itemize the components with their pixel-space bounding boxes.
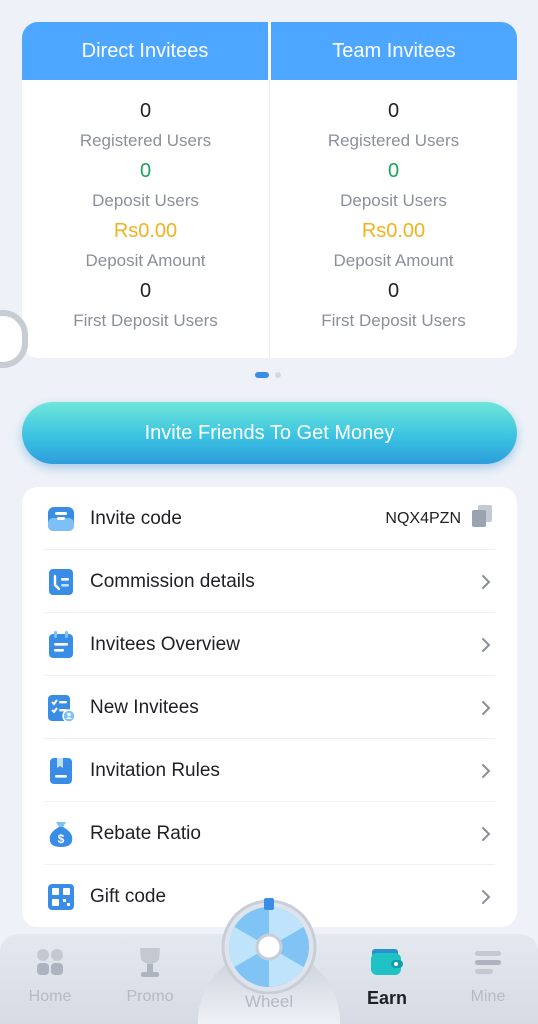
- wallet-icon: [367, 942, 407, 982]
- tab-direct-invitees[interactable]: Direct Invitees: [22, 22, 271, 80]
- rules-book-icon: [46, 756, 76, 786]
- team-first-deposit-label: First Deposit Users: [321, 311, 466, 330]
- menu-item-label: Invitation Rules: [90, 759, 220, 781]
- pager-dot-active[interactable]: [255, 372, 269, 378]
- direct-registered-label: Registered Users: [79, 131, 212, 150]
- direct-deposit-users-label: Deposit Users: [92, 191, 199, 210]
- menu-item-commission-details[interactable]: Commission details: [22, 550, 517, 613]
- direct-invitees-column: 0 Registered Users 0 Deposit Users Rs0.0…: [22, 80, 270, 358]
- direct-deposit-amount-label: Deposit Amount: [85, 251, 206, 270]
- tab-team-invitees[interactable]: Team Invitees: [271, 22, 517, 80]
- home-icon: [30, 942, 70, 982]
- menu-item-invitation-rules[interactable]: Invitation Rules: [22, 739, 517, 802]
- invite-friends-button[interactable]: Invite Friends To Get Money: [22, 402, 517, 464]
- nav-earn-label: Earn: [366, 988, 408, 1008]
- carousel-pager: [255, 372, 281, 378]
- menu-item-label: Commission details: [90, 570, 255, 592]
- nav-wheel-label: Wheel: [244, 992, 294, 1011]
- chevron-right-icon: [479, 574, 493, 589]
- chevron-right-icon: [479, 637, 493, 652]
- team-registered-value: 0: [387, 100, 400, 122]
- chevron-right-icon: [479, 700, 493, 715]
- direct-first-deposit-label: First Deposit Users: [73, 311, 218, 330]
- nav-mine-label: Mine: [470, 988, 506, 1005]
- team-registered-label: Registered Users: [327, 131, 460, 150]
- profile-menu-icon: [468, 942, 508, 982]
- invite-menu: Invite code NQX4PZN Commission details I…: [22, 487, 517, 927]
- nav-mine[interactable]: Mine: [443, 942, 533, 1022]
- chevron-right-icon: [479, 763, 493, 778]
- menu-item-label: Invite code: [90, 507, 182, 529]
- menu-item-label: New Invitees: [90, 696, 199, 718]
- stats-header: Direct Invitees Team Invitees: [22, 22, 517, 80]
- menu-item-rebate-ratio[interactable]: $ Rebate Ratio: [22, 802, 517, 865]
- team-deposit-users-label: Deposit Users: [340, 191, 447, 210]
- bottom-nav: Home Promo Wheel Earn Mine: [0, 898, 538, 1024]
- invitees-stats-card: Direct Invitees Team Invitees 0 Register…: [22, 22, 517, 358]
- nav-home-label: Home: [28, 988, 72, 1005]
- team-deposit-amount-label: Deposit Amount: [333, 251, 454, 270]
- checklist-user-icon: [46, 693, 76, 723]
- chevron-right-icon: [479, 889, 493, 904]
- direct-registered-value: 0: [139, 100, 152, 122]
- svg-text:$: $: [58, 832, 65, 846]
- chevron-right-icon: [479, 826, 493, 841]
- invite-code-icon: [46, 504, 76, 534]
- menu-item-label: Invitees Overview: [90, 633, 240, 655]
- trophy-icon: [130, 942, 170, 982]
- invite-code-value: NQX4PZN: [385, 509, 461, 527]
- nav-wheel[interactable]: Wheel: [198, 898, 340, 1024]
- direct-deposit-amount-value: Rs0.00: [113, 220, 178, 242]
- team-deposit-users-value: 0: [387, 160, 400, 182]
- commission-icon: [46, 567, 76, 597]
- qr-code-icon: [46, 882, 76, 912]
- money-bag-icon: $: [46, 819, 76, 849]
- menu-item-invitees-overview[interactable]: Invitees Overview: [22, 613, 517, 676]
- copy-icon[interactable]: [471, 504, 493, 533]
- team-first-deposit-value: 0: [387, 280, 400, 302]
- direct-deposit-users-value: 0: [139, 160, 152, 182]
- nav-promo-label: Promo: [126, 988, 174, 1005]
- direct-first-deposit-value: 0: [139, 280, 152, 302]
- nav-home[interactable]: Home: [5, 942, 95, 1022]
- spin-wheel-icon: [218, 892, 320, 995]
- nav-promo[interactable]: Promo: [105, 942, 195, 1022]
- nav-earn[interactable]: Earn: [342, 942, 432, 1022]
- team-deposit-amount-value: Rs0.00: [361, 220, 426, 242]
- menu-item-invite-code[interactable]: Invite code NQX4PZN: [22, 487, 517, 550]
- menu-item-new-invitees[interactable]: New Invitees: [22, 676, 517, 739]
- team-invitees-column: 0 Registered Users 0 Deposit Users Rs0.0…: [270, 80, 517, 358]
- pager-dot[interactable]: [275, 372, 281, 378]
- menu-item-label: Rebate Ratio: [90, 822, 201, 844]
- calendar-icon: [46, 630, 76, 660]
